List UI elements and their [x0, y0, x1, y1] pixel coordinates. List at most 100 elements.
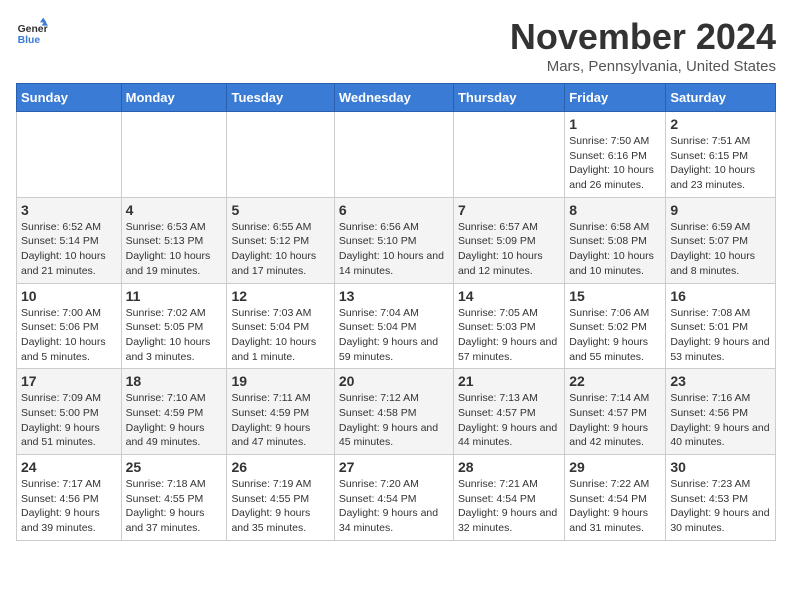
- logo-icon: General Blue: [16, 16, 48, 48]
- day-number: 6: [339, 202, 449, 218]
- calendar-cell: 19 Sunrise: 7:11 AM Sunset: 4:59 PM Dayli…: [227, 369, 334, 455]
- day-info: Sunrise: 7:09 AM Sunset: 5:00 PM Dayligh…: [21, 391, 117, 450]
- day-number: 18: [126, 373, 223, 389]
- calendar-cell: 25 Sunrise: 7:18 AM Sunset: 4:55 PM Dayli…: [121, 455, 227, 541]
- day-info: Sunrise: 7:51 AM Sunset: 6:15 PM Dayligh…: [670, 134, 771, 193]
- day-info: Sunrise: 7:02 AM Sunset: 5:05 PM Dayligh…: [126, 306, 223, 365]
- day-info: Sunrise: 6:56 AM Sunset: 5:10 PM Dayligh…: [339, 220, 449, 279]
- day-number: 13: [339, 288, 449, 304]
- day-number: 12: [231, 288, 329, 304]
- day-info: Sunrise: 7:14 AM Sunset: 4:57 PM Dayligh…: [569, 391, 661, 450]
- day-number: 11: [126, 288, 223, 304]
- calendar-cell: 1 Sunrise: 7:50 AM Sunset: 6:16 PM Daylig…: [565, 112, 666, 198]
- calendar-cell: 7 Sunrise: 6:57 AM Sunset: 5:09 PM Daylig…: [453, 197, 564, 283]
- calendar-cell: 9Sunrise: 6:59 AM Sunset: 5:07 PM Daylig…: [666, 197, 776, 283]
- location-subtitle: Mars, Pennsylvania, United States: [510, 58, 776, 75]
- day-header-sunday: Sunday: [17, 84, 122, 112]
- day-info: Sunrise: 7:13 AM Sunset: 4:57 PM Dayligh…: [458, 391, 560, 450]
- calendar-cell: 2 Sunrise: 7:51 AM Sunset: 6:15 PM Daylig…: [666, 112, 776, 198]
- day-info: Sunrise: 7:17 AM Sunset: 4:56 PM Dayligh…: [21, 477, 117, 536]
- day-info: Sunrise: 7:20 AM Sunset: 4:54 PM Dayligh…: [339, 477, 449, 536]
- day-number: 26: [231, 459, 329, 475]
- calendar-cell: 3 Sunrise: 6:52 AM Sunset: 5:14 PM Daylig…: [17, 197, 122, 283]
- calendar-cell: 20 Sunrise: 7:12 AM Sunset: 4:58 PM Dayli…: [334, 369, 453, 455]
- day-number: 3: [21, 202, 117, 218]
- day-info: Sunrise: 7:04 AM Sunset: 5:04 PM Dayligh…: [339, 306, 449, 365]
- calendar-cell: [121, 112, 227, 198]
- title-block: November 2024 Mars, Pennsylvania, United…: [510, 16, 776, 75]
- day-info: Sunrise: 6:57 AM Sunset: 5:09 PM Dayligh…: [458, 220, 560, 279]
- calendar-cell: 23 Sunrise: 7:16 AM Sunset: 4:56 PM Dayli…: [666, 369, 776, 455]
- day-number: 19: [231, 373, 329, 389]
- day-info: Sunrise: 6:58 AM Sunset: 5:08 PM Dayligh…: [569, 220, 661, 279]
- calendar-cell: [453, 112, 564, 198]
- calendar-cell: 5 Sunrise: 6:55 AM Sunset: 5:12 PM Daylig…: [227, 197, 334, 283]
- svg-text:Blue: Blue: [18, 35, 41, 46]
- calendar-cell: 17Sunrise: 7:09 AM Sunset: 5:00 PM Dayli…: [17, 369, 122, 455]
- day-number: 27: [339, 459, 449, 475]
- day-info: Sunrise: 7:50 AM Sunset: 6:16 PM Dayligh…: [569, 134, 661, 193]
- day-number: 14: [458, 288, 560, 304]
- calendar-cell: 15 Sunrise: 7:06 AM Sunset: 5:02 PM Dayli…: [565, 283, 666, 369]
- calendar-cell: 4 Sunrise: 6:53 AM Sunset: 5:13 PM Daylig…: [121, 197, 227, 283]
- day-number: 15: [569, 288, 661, 304]
- day-info: Sunrise: 7:23 AM Sunset: 4:53 PM Dayligh…: [670, 477, 771, 536]
- day-number: 1: [569, 116, 661, 132]
- calendar-week-4: 17Sunrise: 7:09 AM Sunset: 5:00 PM Dayli…: [17, 369, 776, 455]
- calendar-week-5: 24Sunrise: 7:17 AM Sunset: 4:56 PM Dayli…: [17, 455, 776, 541]
- day-number: 29: [569, 459, 661, 475]
- calendar-cell: 18 Sunrise: 7:10 AM Sunset: 4:59 PM Dayli…: [121, 369, 227, 455]
- day-info: Sunrise: 6:52 AM Sunset: 5:14 PM Dayligh…: [21, 220, 117, 279]
- svg-text:General: General: [18, 24, 48, 35]
- day-info: Sunrise: 7:16 AM Sunset: 4:56 PM Dayligh…: [670, 391, 771, 450]
- page-header: General Blue November 2024 Mars, Pennsyl…: [16, 16, 776, 75]
- calendar-cell: 29 Sunrise: 7:22 AM Sunset: 4:54 PM Dayli…: [565, 455, 666, 541]
- calendar-cell: 16Sunrise: 7:08 AM Sunset: 5:01 PM Dayli…: [666, 283, 776, 369]
- logo: General Blue: [16, 16, 48, 48]
- day-number: 28: [458, 459, 560, 475]
- day-info: Sunrise: 7:06 AM Sunset: 5:02 PM Dayligh…: [569, 306, 661, 365]
- day-header-tuesday: Tuesday: [227, 84, 334, 112]
- day-header-saturday: Saturday: [666, 84, 776, 112]
- calendar-cell: 21 Sunrise: 7:13 AM Sunset: 4:57 PM Dayli…: [453, 369, 564, 455]
- calendar-cell: 22Sunrise: 7:14 AM Sunset: 4:57 PM Dayli…: [565, 369, 666, 455]
- day-info: Sunrise: 7:18 AM Sunset: 4:55 PM Dayligh…: [126, 477, 223, 536]
- day-info: Sunrise: 6:53 AM Sunset: 5:13 PM Dayligh…: [126, 220, 223, 279]
- day-number: 23: [670, 373, 771, 389]
- calendar-header-row: SundayMondayTuesdayWednesdayThursdayFrid…: [17, 84, 776, 112]
- day-number: 20: [339, 373, 449, 389]
- day-number: 4: [126, 202, 223, 218]
- calendar-cell: [17, 112, 122, 198]
- day-header-friday: Friday: [565, 84, 666, 112]
- day-info: Sunrise: 7:05 AM Sunset: 5:03 PM Dayligh…: [458, 306, 560, 365]
- month-title: November 2024: [510, 16, 776, 58]
- day-number: 21: [458, 373, 560, 389]
- calendar-cell: 27 Sunrise: 7:20 AM Sunset: 4:54 PM Dayli…: [334, 455, 453, 541]
- day-info: Sunrise: 7:22 AM Sunset: 4:54 PM Dayligh…: [569, 477, 661, 536]
- day-header-monday: Monday: [121, 84, 227, 112]
- day-number: 25: [126, 459, 223, 475]
- calendar-cell: [334, 112, 453, 198]
- day-number: 5: [231, 202, 329, 218]
- calendar-week-1: 1 Sunrise: 7:50 AM Sunset: 6:16 PM Daylig…: [17, 112, 776, 198]
- calendar-cell: 24Sunrise: 7:17 AM Sunset: 4:56 PM Dayli…: [17, 455, 122, 541]
- calendar-week-2: 3 Sunrise: 6:52 AM Sunset: 5:14 PM Daylig…: [17, 197, 776, 283]
- calendar-cell: 26 Sunrise: 7:19 AM Sunset: 4:55 PM Dayli…: [227, 455, 334, 541]
- day-number: 2: [670, 116, 771, 132]
- day-info: Sunrise: 7:03 AM Sunset: 5:04 PM Dayligh…: [231, 306, 329, 365]
- day-info: Sunrise: 7:19 AM Sunset: 4:55 PM Dayligh…: [231, 477, 329, 536]
- day-number: 7: [458, 202, 560, 218]
- calendar-week-3: 10Sunrise: 7:00 AM Sunset: 5:06 PM Dayli…: [17, 283, 776, 369]
- day-info: Sunrise: 6:55 AM Sunset: 5:12 PM Dayligh…: [231, 220, 329, 279]
- day-info: Sunrise: 7:11 AM Sunset: 4:59 PM Dayligh…: [231, 391, 329, 450]
- day-info: Sunrise: 7:08 AM Sunset: 5:01 PM Dayligh…: [670, 306, 771, 365]
- day-number: 30: [670, 459, 771, 475]
- calendar-cell: 8Sunrise: 6:58 AM Sunset: 5:08 PM Daylig…: [565, 197, 666, 283]
- day-header-thursday: Thursday: [453, 84, 564, 112]
- day-info: Sunrise: 7:00 AM Sunset: 5:06 PM Dayligh…: [21, 306, 117, 365]
- calendar-cell: 11 Sunrise: 7:02 AM Sunset: 5:05 PM Dayli…: [121, 283, 227, 369]
- calendar-cell: 6 Sunrise: 6:56 AM Sunset: 5:10 PM Daylig…: [334, 197, 453, 283]
- calendar-cell: 14 Sunrise: 7:05 AM Sunset: 5:03 PM Dayli…: [453, 283, 564, 369]
- day-info: Sunrise: 7:12 AM Sunset: 4:58 PM Dayligh…: [339, 391, 449, 450]
- day-info: Sunrise: 7:10 AM Sunset: 4:59 PM Dayligh…: [126, 391, 223, 450]
